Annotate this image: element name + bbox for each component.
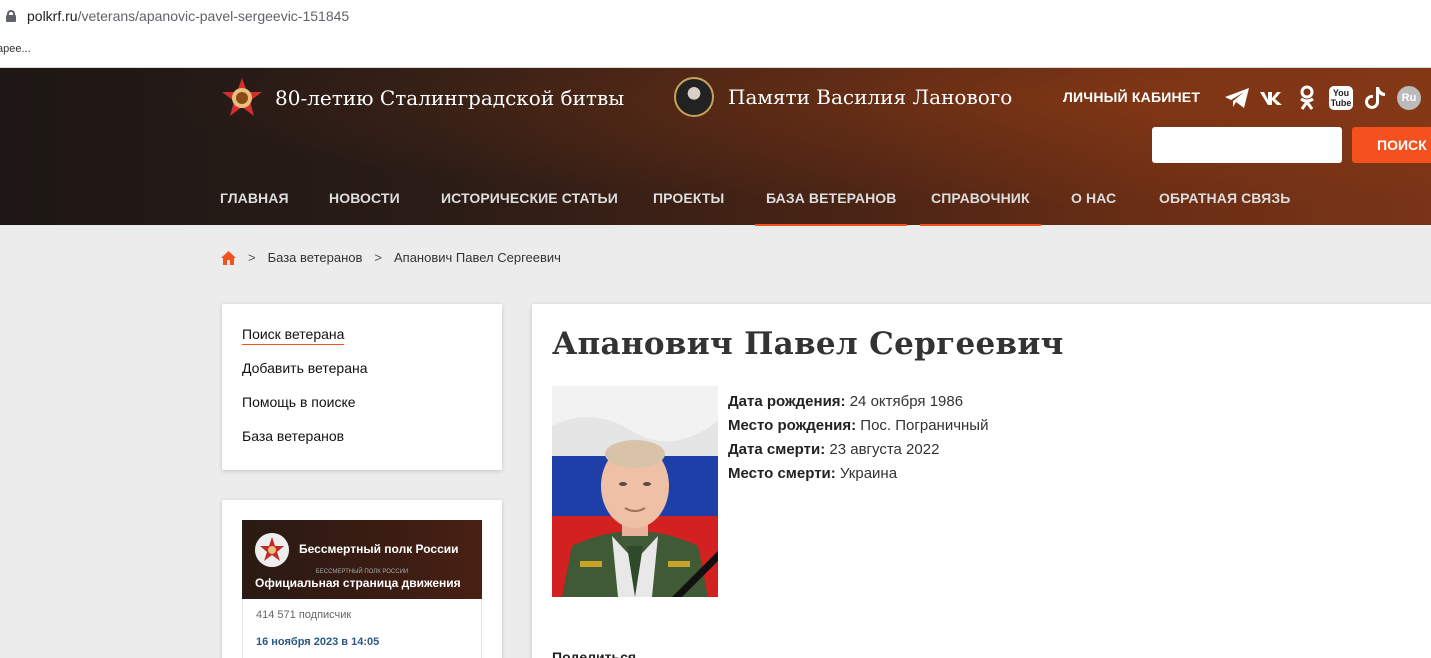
death-date-row: Дата смерти: 23 августа 2022 [728,438,988,462]
lanovoy-portrait [674,77,714,117]
death-date-value: 23 августа 2022 [829,441,940,458]
odnoklassniki-icon[interactable] [1294,85,1320,111]
promo-stalingrad[interactable]: 80-летию Сталинградской битвы [221,77,624,119]
browser-url-bar[interactable]: polkrf.ru/veterans/apanovic-pavel-sergee… [0,0,1431,31]
post-date-link[interactable]: 16 ноября 2023 в 14:05 [256,636,379,648]
nav-about[interactable]: О НАС [1071,190,1116,206]
sidebar-item-add-veteran[interactable]: Добавить ветерана [242,360,482,379]
death-place-value: Украина [839,465,898,482]
birth-place-value: Пос. Пограничный [860,417,989,434]
nav-history-articles[interactable]: ИСТОРИЧЕСКИЕ СТАТЬИ [441,190,618,206]
veteran-name: Апанович Павел Сергеевич [552,326,1064,362]
home-icon[interactable] [221,250,236,265]
youtube-icon[interactable]: You Tube [1329,86,1353,110]
birth-place-row: Место рождения: Пос. Пограничный [728,414,988,438]
sidebar-item-search-veteran[interactable]: Поиск ветерана [242,326,482,345]
sidebar-item-search-help[interactable]: Помощь в поиске [242,394,482,413]
widget-banner[interactable]: Бессмертный полк России БЕССМЕРТНЫЙ ПОЛК… [242,520,482,599]
site-header: 80-летию Сталинградской битвы Памяти Вас… [0,68,1431,226]
immortal-regiment-logo [255,533,289,567]
telegram-icon[interactable] [1224,85,1250,111]
search-button[interactable]: ПОИСК [1352,127,1431,163]
nav-news[interactable]: НОВОСТИ [329,190,400,206]
promo-lanovoy[interactable]: Памяти Василия Ланового [674,77,1012,117]
social-links: You Tube Ru [1224,85,1421,111]
widget-small-caption: БЕССМЕРТНЫЙ ПОЛК РОССИИ [315,569,409,575]
tiktok-icon[interactable] [1362,85,1388,111]
death-date-label: Дата смерти: [728,441,826,458]
widget-subtitle: Официальная страница движения [255,576,461,590]
breadcrumb-veterans-base[interactable]: База ветеранов [268,250,363,265]
nav-reference[interactable]: СПРАВОЧНИК [920,190,1041,226]
url-text[interactable]: polkrf.ru/veterans/apanovic-pavel-sergee… [27,8,349,24]
bookmark-fragment[interactable]: арее... [0,43,31,55]
veteran-card: Апанович Павел Сергеевич Дата рождения: … [532,304,1431,658]
birth-date-row: Дата рождения: 24 октября 1986 [728,390,988,414]
breadcrumb: > База ветеранов > Апанович Павел Сергее… [221,250,561,265]
widget-title: Бессмертный полк России [299,542,459,556]
vk-icon[interactable] [1259,85,1285,111]
subscriber-count: 414 571 подписчик [256,609,352,621]
bookmarks-bar: арее... [0,31,1431,68]
breadcrumb-separator: > [248,250,256,265]
nav-veterans-base[interactable]: БАЗА ВЕТЕРАНОВ [754,190,909,226]
death-place-row: Место смерти: Украина [728,462,988,486]
search-input[interactable] [1152,127,1342,163]
nav-projects[interactable]: ПРОЕКТЫ [653,190,724,206]
sidebar-item-veterans-base[interactable]: База ветеранов [242,428,482,447]
veteran-photo[interactable] [552,386,718,597]
promo-stalingrad-label: 80-летию Сталинградской битвы [275,86,625,110]
veteran-info: Дата рождения: 24 октября 1986 Место рож… [728,390,988,486]
birth-date-value: 24 октября 1986 [849,393,964,410]
breadcrumb-current: Апанович Павел Сергеевич [393,250,561,265]
rutube-icon[interactable]: Ru [1397,86,1421,110]
nav-home[interactable]: ГЛАВНАЯ [220,190,289,206]
main-nav: ГЛАВНАЯ НОВОСТИ ИСТОРИЧЕСКИЕ СТАТЬИ ПРОЕ… [0,175,1431,226]
vk-community-widget: Бессмертный полк России БЕССМЕРТНЫЙ ПОЛК… [222,500,502,658]
sidebar-menu: Поиск ветерана Добавить ветерана Помощь … [222,304,502,470]
promo-lanovoy-label: Памяти Василия Ланового [728,85,1013,109]
personal-cabinet-link[interactable]: ЛИЧНЫЙ КАБИНЕТ [1063,89,1200,105]
nav-feedback[interactable]: ОБРАТНАЯ СВЯЗЬ [1159,190,1290,206]
birth-date-label: Дата рождения: [728,393,846,410]
lock-icon [6,9,16,22]
death-place-label: Место смерти: [728,465,836,482]
birth-place-label: Место рождения: [728,417,857,434]
breadcrumb-separator: > [374,250,382,265]
share-heading: Поделиться [552,649,637,658]
red-star-icon [222,78,262,116]
widget-body: 414 571 подписчик 16 ноября 2023 в 14:05 [242,599,482,658]
